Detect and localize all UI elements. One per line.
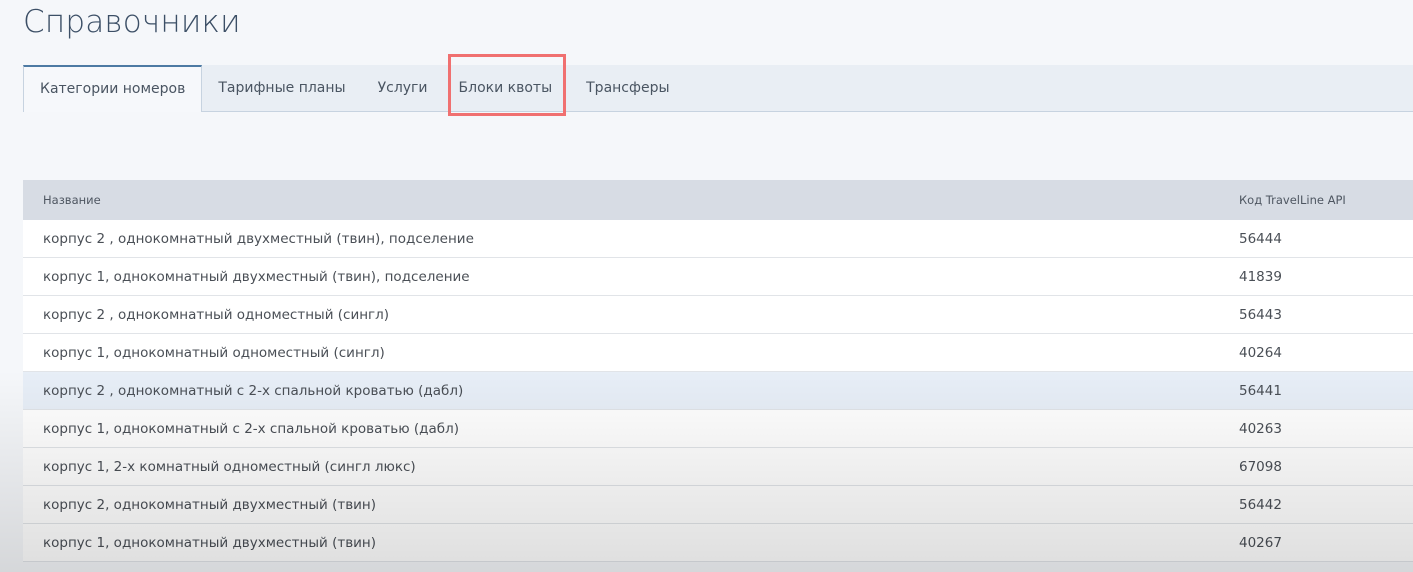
page-title: Справочники [23,4,241,40]
room-categories-table: Название Код TravelLine API корпус 2 , о… [23,180,1413,562]
table-row[interactable]: корпус 1, 2-х комнатный одноместный (син… [23,448,1413,486]
tab-rate-plans[interactable]: Тарифные планы [202,65,361,111]
table-row[interactable]: корпус 2 , однокомнатный одноместный (си… [23,296,1413,334]
column-header-name[interactable]: Название [23,193,1239,207]
tab-transfers[interactable]: Трансферы [570,65,685,111]
tab-bar: Категории номеров Тарифные планы Услуги … [23,54,1413,116]
table-row[interactable]: корпус 1, однокомнатный двухместный (тви… [23,524,1413,562]
cell-code: 67098 [1239,458,1282,475]
cell-code: 56444 [1239,230,1282,247]
cell-name: корпус 2 , однокомнатный с 2-х спальной … [43,382,464,399]
cell-name: корпус 1, однокомнатный с 2-х спальной к… [43,420,459,437]
cell-name: корпус 1, 2-х комнатный одноместный (син… [43,458,416,475]
cell-code: 40263 [1239,420,1282,437]
cell-code: 41839 [1239,268,1282,285]
cell-name: корпус 2 , однокомнатный двухместный (тв… [43,230,474,247]
table-row[interactable]: корпус 2 , однокомнатный с 2-х спальной … [23,372,1413,410]
cell-name: корпус 1, однокомнатный двухместный (тви… [43,534,377,551]
table-row[interactable]: корпус 2 , однокомнатный двухместный (тв… [23,220,1413,258]
cell-name: корпус 2, однокомнатный двухместный (тви… [43,496,377,513]
tab-services[interactable]: Услуги [362,65,444,111]
cell-code: 40264 [1239,344,1282,361]
tab-quota-blocks[interactable]: Блоки квоты [447,54,567,116]
cell-name: корпус 1, однокомнатный одноместный (син… [43,344,385,361]
cell-name: корпус 1, однокомнатный двухместный (тви… [43,268,470,285]
tab-room-categories[interactable]: Категории номеров [23,65,203,112]
table-header: Название Код TravelLine API [23,180,1413,220]
column-header-code[interactable]: Код TravelLine API [1239,193,1413,207]
table-row[interactable]: корпус 1, однокомнатный одноместный (син… [23,334,1413,372]
cell-code: 40267 [1239,534,1282,551]
cell-code: 56441 [1239,382,1282,399]
table-row[interactable]: корпус 2, однокомнатный двухместный (тви… [23,486,1413,524]
table-row[interactable]: корпус 1, однокомнатный с 2-х спальной к… [23,410,1413,448]
cell-name: корпус 2 , однокомнатный одноместный (си… [43,306,390,323]
table-row[interactable]: корпус 1, однокомнатный двухместный (тви… [23,258,1413,296]
cell-code: 56442 [1239,496,1282,513]
cell-code: 56443 [1239,306,1282,323]
